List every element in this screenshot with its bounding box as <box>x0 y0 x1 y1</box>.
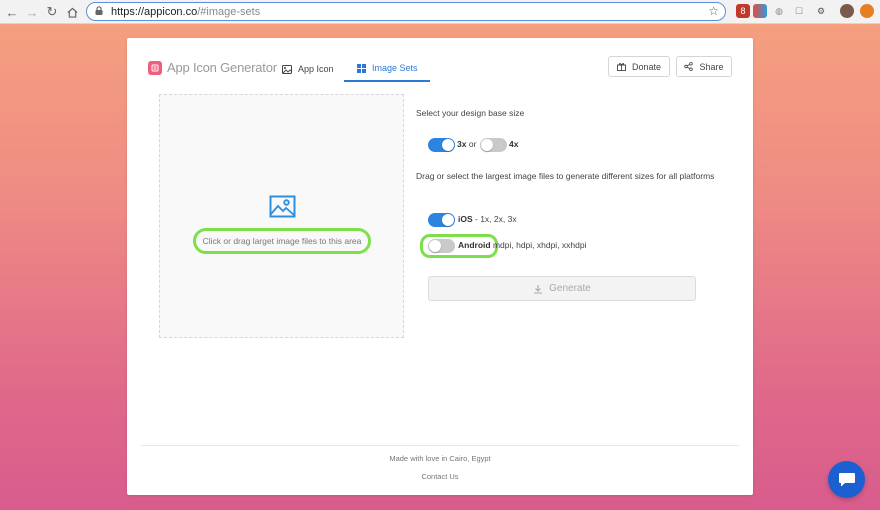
toggle-4x[interactable] <box>480 138 507 152</box>
chat-button[interactable] <box>828 461 865 498</box>
back-icon[interactable]: ← <box>2 2 22 22</box>
or-text: or <box>468 139 477 149</box>
logo[interactable]: App Icon Generator <box>148 60 277 75</box>
image-icon <box>282 64 292 74</box>
toggle-ios-label: iOS - 1x, 2x, 3x <box>458 214 517 224</box>
toggle-3x[interactable] <box>428 138 455 152</box>
image-dropzone[interactable]: Click or drag larget image files to this… <box>159 94 404 338</box>
android-detail: mdpi, hdpi, xhdpi, xxhdpi <box>490 240 587 250</box>
tab-image-sets-label: Image Sets <box>372 63 418 73</box>
platforms-label: Drag or select the largest image files t… <box>416 171 715 181</box>
base-size-label: Select your design base size <box>416 108 525 118</box>
toggle-knob <box>429 240 441 252</box>
footer-credit: Made with love in Cairo, Egypt <box>389 454 491 463</box>
url-host: https://appicon.co <box>111 5 198 18</box>
url-path: /#image-sets <box>197 5 261 18</box>
address-bar[interactable]: https://appicon.co/#image-sets ☆ <box>86 2 726 21</box>
logo-icon <box>148 60 162 75</box>
reload-icon[interactable]: ↻ <box>42 2 62 22</box>
logo-text: App Icon Generator <box>167 60 277 75</box>
toggle-ios[interactable] <box>428 213 455 227</box>
extension-icon[interactable]: ⚙ <box>814 4 828 18</box>
bookmark-star-icon[interactable]: ☆ <box>708 4 719 18</box>
share-icon <box>684 62 694 71</box>
home-icon[interactable] <box>62 2 82 22</box>
gift-icon <box>617 62 626 71</box>
download-icon <box>533 284 543 294</box>
toggle-3x-label: 3x or <box>457 139 476 149</box>
donate-button[interactable]: Donate <box>608 56 670 77</box>
dropzone-text: Click or drag larget image files to this… <box>193 228 371 254</box>
donate-label: Donate <box>631 61 662 72</box>
browser-toolbar: ← → ↻ https://appicon.co/#image-sets ☆ 8… <box>0 0 880 24</box>
tab-image-sets[interactable]: Image Sets <box>344 56 430 82</box>
extension-icon[interactable]: ☐ <box>792 4 806 18</box>
footer-divider <box>141 445 739 446</box>
tab-app-icon[interactable]: App Icon <box>282 56 334 82</box>
extension-icon[interactable] <box>860 4 874 18</box>
toggle-knob <box>481 139 493 151</box>
avatar[interactable] <box>840 4 854 18</box>
generate-button[interactable]: Generate <box>428 276 696 301</box>
size-3x-text: 3x <box>457 139 467 149</box>
image-upload-icon <box>269 195 296 223</box>
ios-detail: - 1x, 2x, 3x <box>472 214 517 224</box>
contact-link[interactable]: Contact Us <box>127 472 753 481</box>
extension-icon[interactable] <box>753 4 767 18</box>
toggle-android-label: Android mdpi, hdpi, xhdpi, xxhdpi <box>458 240 587 250</box>
share-button[interactable]: Share <box>676 56 732 77</box>
share-label: Share <box>699 61 724 72</box>
grid-icon <box>356 63 366 73</box>
android-text: Android <box>458 240 491 250</box>
toggle-knob <box>442 214 454 226</box>
extension-icon[interactable]: 8 <box>736 4 750 18</box>
toggle-4x-label: 4x <box>509 139 518 149</box>
toggle-knob <box>442 139 454 151</box>
tab-app-icon-label: App Icon <box>298 64 334 74</box>
toggle-android[interactable] <box>428 239 455 253</box>
lock-icon <box>95 5 107 18</box>
forward-icon[interactable]: → <box>22 2 42 22</box>
extension-icon[interactable]: ◍ <box>772 4 786 18</box>
ios-text: iOS <box>458 214 473 224</box>
main-card: App Icon Generator App Icon Image Sets D… <box>127 38 753 495</box>
generate-label: Generate <box>549 283 591 294</box>
size-4x-text: 4x <box>509 139 519 149</box>
chat-bubble-icon <box>838 472 855 486</box>
